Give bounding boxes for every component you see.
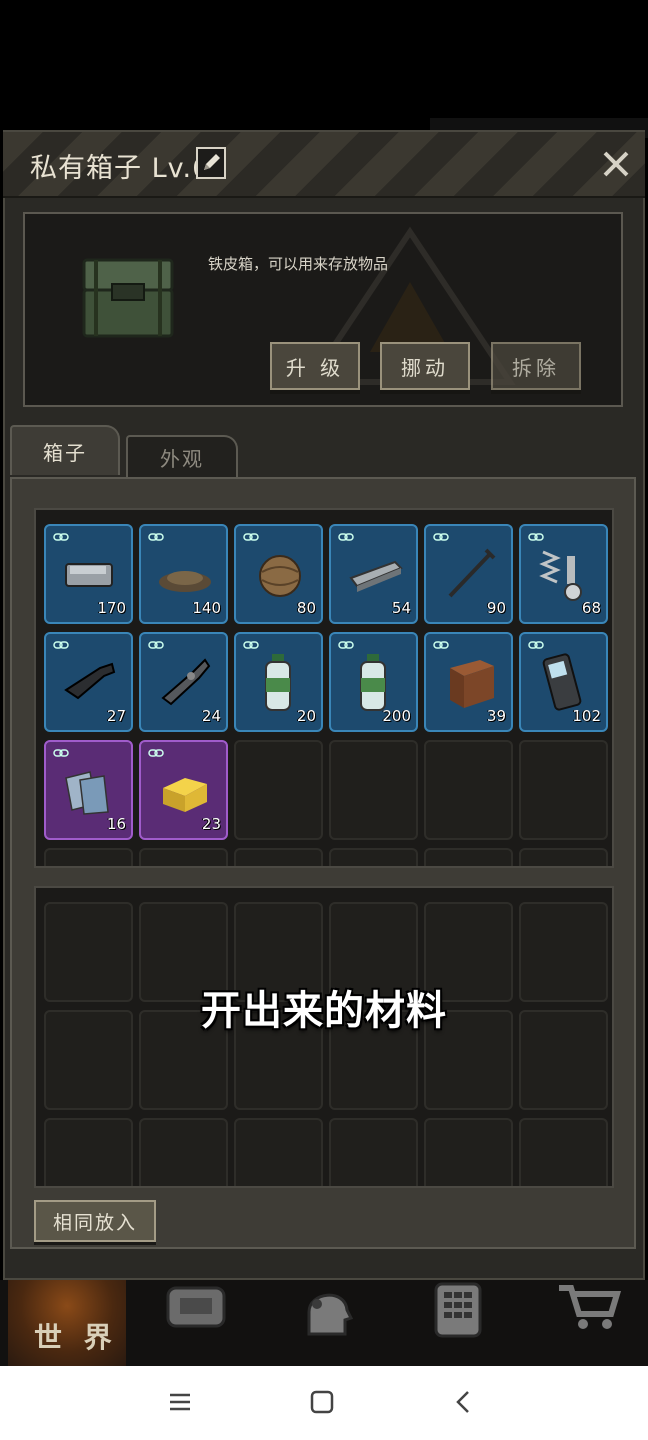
nav-world-label: 世 界 [34,1321,118,1354]
nail-icon [448,548,496,598]
pencil-icon [204,154,220,170]
storage-slot-gold-block[interactable]: 23 [139,740,228,840]
item-count: 27 [106,707,126,725]
item-count: 90 [486,599,506,617]
tab-appearance[interactable]: 外观 [126,435,238,477]
gold-block-icon [163,778,207,812]
empty-storage-slot[interactable] [329,848,418,866]
iron-chest-icon [82,258,174,338]
storage-slot-wood-block[interactable]: 39 [424,632,513,732]
storage-slot-metal-ingot[interactable]: 170 [44,524,133,624]
item-count: 170 [97,599,126,617]
empty-storage-slot[interactable] [139,848,228,866]
storage-slot-rope-ball[interactable]: 80 [234,524,323,624]
empty-backpack-slot[interactable] [519,1118,608,1186]
paper-sheets-icon [65,771,109,815]
dialog-title: 私有箱子 Lv.6 [30,153,211,184]
empty-storage-slot[interactable] [424,740,513,840]
empty-storage-slot[interactable] [329,740,418,840]
water-bottle-b-icon [360,654,386,711]
steel-beam-icon [349,560,403,592]
wood-block-icon [450,660,494,708]
storage-slot-water-bottle-b[interactable]: 200 [329,632,418,732]
menu-icon[interactable] [166,1388,194,1416]
spring-and-bolt-icon [539,550,582,601]
item-count: 54 [391,599,411,617]
dismantle-button[interactable]: 拆除 [491,342,581,390]
item-count: 200 [382,707,411,725]
shopping-cart-icon[interactable] [555,1282,621,1332]
home-icon[interactable] [308,1388,336,1416]
storage-slot-mobile-phone[interactable]: 102 [519,632,608,732]
empty-backpack-slot[interactable] [44,1118,133,1186]
item-count: 80 [296,599,316,617]
storage-grid: 170 140 80 54 90 68 27 24 20 200 39 102 16 23 [34,508,614,868]
storage-slot-gun-part-b[interactable]: 24 [139,632,228,732]
video-caption: 开出来的材料 [201,988,447,1034]
empty-storage-slot[interactable] [44,848,133,866]
tab-box[interactable]: 箱子 [10,425,120,475]
rope-ball-icon [259,555,301,597]
empty-backpack-slot[interactable] [234,1118,323,1186]
item-count: 16 [106,815,126,833]
item-count: 68 [581,599,601,617]
phone-keypad-icon[interactable] [430,1282,486,1338]
gravel-pile-icon [159,571,211,592]
empty-storage-slot[interactable] [424,848,513,866]
item-count: 102 [572,707,601,725]
storage-slot-gravel-pile[interactable]: 140 [139,524,228,624]
backpack-icon[interactable] [160,1282,232,1332]
upgrade-button[interactable]: 升 级 [270,342,360,390]
water-bottle-a-icon [265,654,291,711]
empty-storage-slot[interactable] [234,848,323,866]
empty-storage-slot[interactable] [234,740,323,840]
system-nav-bar [0,1366,648,1440]
empty-storage-slot[interactable] [519,740,608,840]
storage-slot-steel-beam[interactable]: 54 [329,524,418,624]
item-description: 铁皮箱，可以用来存放物品 [208,255,389,273]
storage-slot-paper-sheets[interactable]: 16 [44,740,133,840]
put-same-items-button[interactable]: 相同放入 [34,1200,156,1242]
item-count: 24 [201,707,221,725]
storage-slot-water-bottle-a[interactable]: 20 [234,632,323,732]
empty-backpack-slot[interactable] [424,1118,513,1186]
gun-part-b-icon [161,658,211,706]
top-blank-area [0,0,648,130]
empty-backpack-slot[interactable] [329,1118,418,1186]
item-count: 20 [296,707,316,725]
storage-slot-nail[interactable]: 90 [424,524,513,624]
metal-ingot-icon [65,563,113,587]
item-count: 140 [192,599,221,617]
back-icon[interactable] [450,1388,478,1416]
empty-backpack-slot[interactable] [139,1118,228,1186]
storage-slot-spring-and-bolt[interactable]: 68 [519,524,608,624]
character-head-icon[interactable] [295,1282,357,1338]
move-button[interactable]: 挪动 [380,342,470,390]
mobile-phone-icon [542,653,582,711]
storage-slot-gun-part-a[interactable]: 27 [44,632,133,732]
close-icon[interactable] [598,146,634,182]
gun-part-a-icon [64,662,116,700]
edit-name-icon[interactable] [196,147,226,179]
item-count: 23 [201,815,221,833]
empty-storage-slot[interactable] [519,848,608,866]
item-count: 39 [486,707,506,725]
backpack-grid [34,886,614,1188]
